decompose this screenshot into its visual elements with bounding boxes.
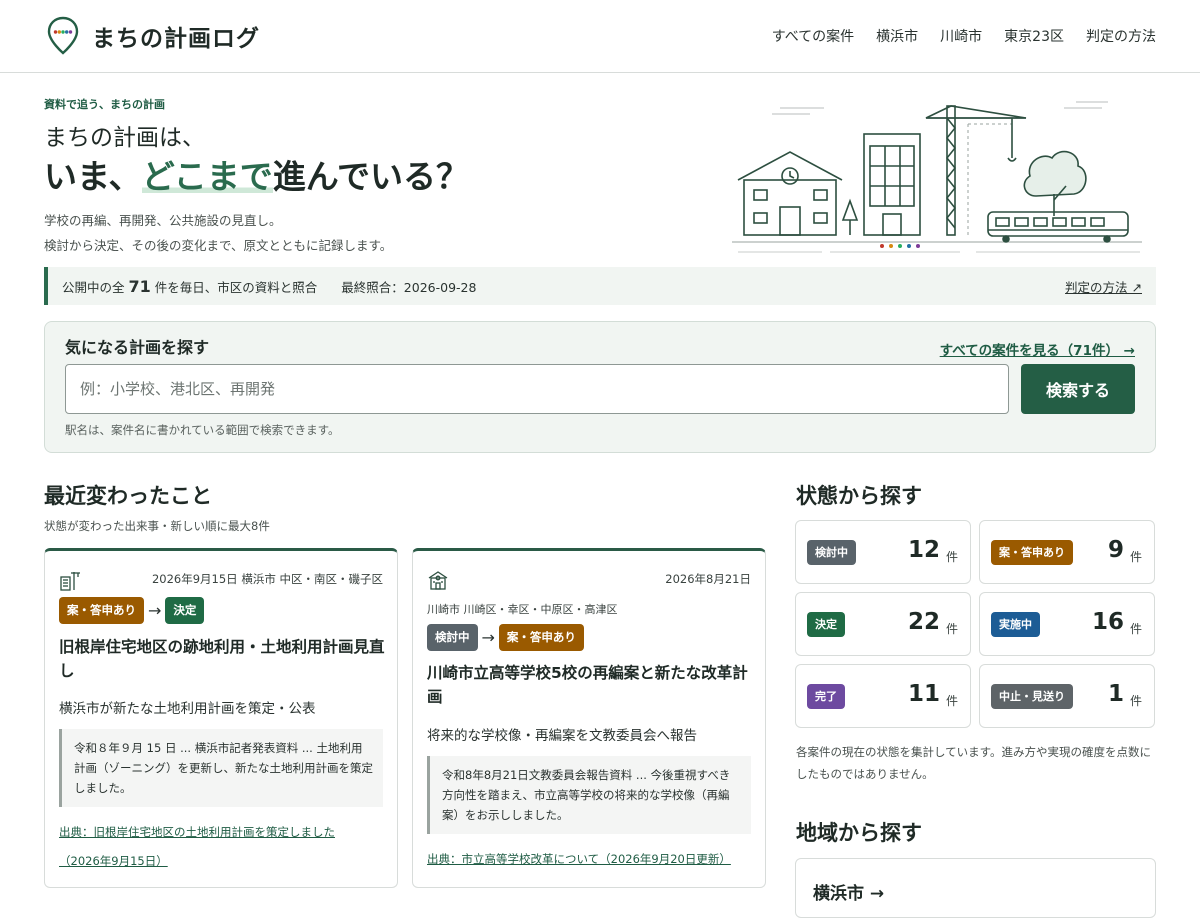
card-source-link[interactable]: 出典：旧根岸住宅地区の土地利用計画を策定しました （2026年9月15日）: [59, 818, 369, 876]
status-prefix: 公開中の全: [62, 279, 125, 295]
hero-heading-post: 進んでいる？: [272, 157, 470, 196]
from-status-badge: 検討中: [427, 624, 478, 651]
status-transition: 案・答申あり → 決定: [59, 597, 205, 624]
status-count: 9: [1107, 537, 1124, 563]
card-quote: 令和８年９月 15 日 ... 横浜市記者発表資料 ... 土地利用計画（ゾーニ…: [59, 729, 383, 807]
status-tile-in-progress[interactable]: 実施中 16 件: [979, 592, 1155, 656]
city-illustration-icon: [732, 101, 1142, 253]
status-note: 各案件の現在の状態を集計しています。進み方や実現の確度を点数にしたものではありま…: [796, 745, 1152, 781]
school-icon: [428, 571, 448, 590]
recent-changes-title: 最近変わったこと: [44, 483, 212, 508]
hero-kicker: 資料で追う、まちの計画: [44, 98, 165, 111]
status-badge: 決定: [807, 612, 845, 637]
status-unit: 件: [1129, 550, 1142, 564]
hero-desc-line2: 検討から決定、その後の変化まで、原文とともに記録します。: [44, 238, 393, 253]
status-tile-considering[interactable]: 検討中 12 件: [795, 520, 971, 584]
status-tile-proposal[interactable]: 案・答申あり 9 件: [979, 520, 1155, 584]
status-tile-decided[interactable]: 決定 22 件: [795, 592, 971, 656]
recent-changes-subtitle: 状態が変わった出来事・新しい順に最大8件: [44, 519, 270, 533]
nav-all-projects[interactable]: すべての案件: [772, 26, 854, 46]
status-unit: 件: [1129, 622, 1142, 636]
search-input[interactable]: [65, 364, 1009, 414]
last-checked: 最終照合：2026-09-28: [341, 279, 477, 295]
search-panel: 気になる計画を探す すべての案件を見る（71件） → 検索する 駅名は、案件名に…: [44, 321, 1156, 453]
region-link-yokohama[interactable]: 横浜市 →: [813, 879, 884, 904]
hero-heading-line1: まちの計画は、: [44, 125, 205, 151]
card-title[interactable]: 川崎市立高等学校5校の再編案と新たな改革計画: [427, 661, 753, 709]
card-area: 川崎市 川崎区・幸区・中原区・高津区: [427, 603, 618, 616]
status-unit: 件: [1129, 694, 1142, 708]
source-line1[interactable]: 出典：旧根岸住宅地区の土地利用計画を策定しました: [59, 825, 335, 839]
change-card[interactable]: 2026年9月15日 横浜市 中区・南区・磯子区 案・答申あり → 決定 旧根岸…: [44, 548, 398, 888]
status-count: 1: [1107, 681, 1124, 707]
search-button[interactable]: 検索する: [1021, 364, 1135, 414]
change-card[interactable]: 2026年8月21日 川崎市 川崎区・幸区・中原区・高津区 検討中 → 案・答申…: [412, 548, 766, 888]
region-card: 横浜市 →: [795, 858, 1156, 918]
nav-yokohama[interactable]: 横浜市: [876, 26, 918, 46]
update-status-bar: 公開中の全 71 件を毎日、市区の資料と照合 最終照合：2026-09-28 判…: [44, 267, 1156, 305]
status-badge: 完了: [807, 684, 845, 709]
card-date-area: 2026年9月15日 横浜市 中区・南区・磯子区: [151, 572, 383, 586]
status-tile-completed[interactable]: 完了 11 件: [795, 664, 971, 728]
site-logo[interactable]: まちの計画ログ: [46, 16, 260, 56]
from-status-badge: 案・答申あり: [59, 597, 144, 624]
hero-desc-line1: 学校の再編、再開発、公共施設の見直し。: [44, 213, 282, 228]
search-hint: 駅名は、案件名に書かれている範囲で検索できます。: [65, 423, 340, 437]
map-pin-logo-icon: [47, 16, 79, 55]
card-summary: 横浜市が新たな土地利用計画を策定・公表: [59, 701, 316, 717]
main-nav: すべての案件 横浜市 川崎市 東京23区 判定の方法: [772, 26, 1156, 46]
status-badge: 案・答申あり: [991, 540, 1073, 565]
status-section-title: 状態から探す: [796, 483, 922, 508]
status-unit: 件: [945, 550, 958, 564]
status-unit: 件: [945, 622, 958, 636]
arrow-right-icon: →: [148, 601, 162, 620]
arrow-right-icon: →: [481, 628, 495, 647]
status-count: 22: [907, 609, 940, 635]
building-crane-icon: [60, 572, 80, 591]
method-link[interactable]: 判定の方法 ↗: [1065, 277, 1142, 296]
status-unit: 件: [945, 694, 958, 708]
total-count: 71: [128, 276, 151, 296]
card-quote: 令和8年8月21日文教委員会報告資料 ... 今後重視すべき方向性を踏まえ、市立…: [427, 756, 751, 834]
region-section-title: 地域から探す: [796, 820, 922, 845]
source-line2[interactable]: （2026年9月15日）: [59, 854, 168, 868]
card-date: 2026年8月21日: [665, 572, 751, 586]
status-badge: 実施中: [991, 612, 1040, 637]
hero-heading-highlight: どこまで: [141, 157, 273, 196]
status-badge: 中止・見送り: [991, 684, 1073, 709]
status-count: 11: [907, 681, 940, 707]
status-suffix: 件を毎日、市区の資料と照合: [154, 279, 318, 295]
hero-description: 学校の再編、再開発、公共施設の見直し。 検討から決定、その後の変化まで、原文とと…: [44, 208, 392, 258]
to-status-badge: 決定: [165, 597, 205, 624]
card-summary: 将来的な学校像・再編案を文教委員会へ報告: [427, 728, 697, 744]
status-count: 16: [1091, 609, 1124, 635]
hero-heading-line2: いま、どこまで進んでいる？: [44, 150, 469, 198]
search-title: 気になる計画を探す: [65, 338, 210, 357]
nav-tokyo-23[interactable]: 東京23区: [1004, 26, 1064, 46]
nav-kawasaki[interactable]: 川崎市: [940, 26, 982, 46]
card-source-link[interactable]: 出典：市立高等学校改革について（2026年9月20日更新）: [427, 845, 753, 874]
all-projects-link[interactable]: すべての案件を見る（71件） →: [940, 339, 1135, 359]
status-tile-cancelled[interactable]: 中止・見送り 1 件: [979, 664, 1155, 728]
nav-method[interactable]: 判定の方法: [1086, 26, 1156, 46]
source-line1[interactable]: 出典：市立高等学校改革について（2026年9月20日更新）: [427, 852, 731, 866]
hero-heading-pre: いま、: [44, 157, 142, 196]
status-transition: 検討中 → 案・答申あり: [427, 624, 584, 651]
site-header: まちの計画ログ すべての案件 横浜市 川崎市 東京23区 判定の方法: [0, 0, 1200, 73]
to-status-badge: 案・答申あり: [498, 624, 584, 651]
card-title[interactable]: 旧根岸住宅地区の跡地利用・土地利用計画見直し: [59, 635, 385, 683]
status-count: 12: [907, 537, 940, 563]
site-title: まちの計画ログ: [92, 25, 260, 52]
status-badge: 検討中: [807, 540, 856, 565]
